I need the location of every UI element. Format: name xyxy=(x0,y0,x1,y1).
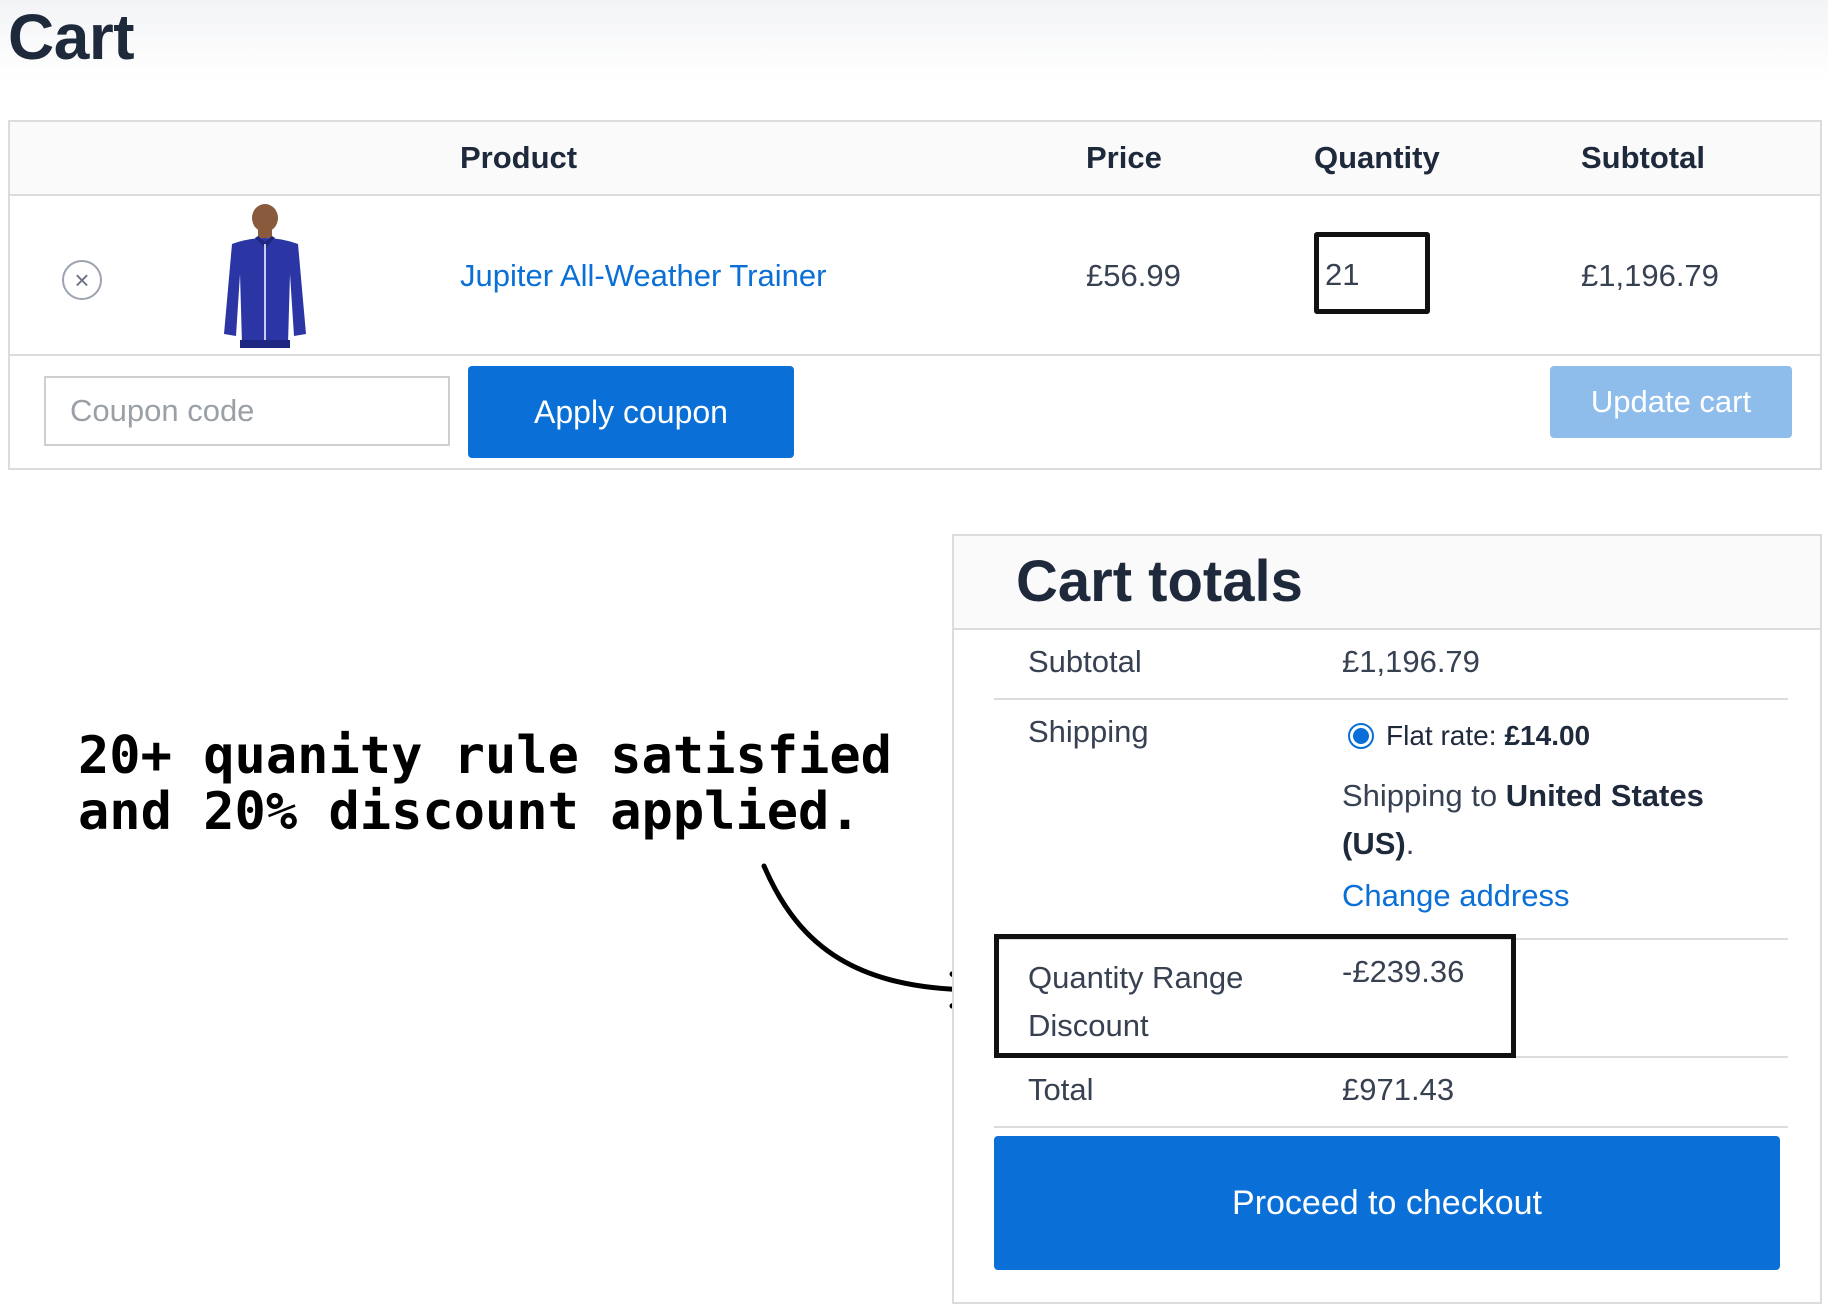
shipping-to-prefix: Shipping to xyxy=(1342,778,1498,813)
column-header-price: Price xyxy=(1086,140,1162,175)
shipping-option-price: £14.00 xyxy=(1504,720,1591,751)
totals-row-shipping: Shipping Flat rate: £14.00 Shipping to U… xyxy=(994,700,1788,940)
table-row: × Jupiter All-Weather Trainer £56.99 £1,… xyxy=(10,196,1820,356)
page-title: Cart xyxy=(8,1,135,73)
product-thumbnail[interactable] xyxy=(210,204,320,350)
cart-totals-header: Cart totals xyxy=(954,536,1820,630)
column-header-product: Product xyxy=(460,140,578,175)
column-header-subtotal: Subtotal xyxy=(1581,140,1705,175)
change-address-link[interactable]: Change address xyxy=(1342,878,1570,914)
subtotal-label: Subtotal xyxy=(1028,644,1142,679)
item-price: £56.99 xyxy=(1086,258,1181,293)
totals-row-subtotal: Subtotal £1,196.79 xyxy=(994,630,1788,700)
shipping-label: Shipping xyxy=(1028,714,1149,749)
subtotal-value: £1,196.79 xyxy=(1342,644,1480,679)
cart-table-header: Product Price Quantity Subtotal xyxy=(10,122,1820,196)
cart-totals-title: Cart totals xyxy=(1016,549,1303,614)
proceed-to-checkout-button[interactable]: Proceed to checkout xyxy=(994,1136,1780,1270)
cart-actions: Apply coupon Update cart xyxy=(10,356,1820,468)
product-link[interactable]: Jupiter All-Weather Trainer xyxy=(460,258,826,294)
remove-item-button[interactable]: × xyxy=(62,260,102,300)
close-icon: × xyxy=(74,265,90,295)
radio-selected-dot xyxy=(1353,728,1369,744)
totals-row-total: Total £971.43 xyxy=(994,1058,1788,1128)
header-band xyxy=(0,0,1828,80)
shipping-destination-text: Shipping to United States (US). xyxy=(1342,772,1762,868)
cart-table: Product Price Quantity Subtotal × Jupite… xyxy=(8,120,1822,470)
shipping-option-flat-rate[interactable]: Flat rate: £14.00 xyxy=(1342,720,1590,752)
shipping-option-label: Flat rate: xyxy=(1386,720,1497,751)
cart-page: Cart Product Price Quantity Subtotal × J… xyxy=(0,0,1828,1312)
total-label: Total xyxy=(1028,1072,1094,1107)
update-cart-button[interactable]: Update cart xyxy=(1550,366,1792,438)
discount-highlight-box xyxy=(994,934,1516,1058)
annotation-text: 20+ quanity rule satisfied and 20% disco… xyxy=(78,726,892,842)
shipping-to-suffix: . xyxy=(1405,826,1415,861)
shipping-radio[interactable] xyxy=(1348,723,1374,749)
coupon-code-input[interactable] xyxy=(44,376,450,446)
item-subtotal: £1,196.79 xyxy=(1581,258,1719,293)
quantity-input[interactable] xyxy=(1325,255,1415,295)
quantity-highlight-box xyxy=(1314,232,1430,314)
total-value: £971.43 xyxy=(1342,1072,1455,1107)
cart-totals-panel: Cart totals Subtotal £1,196.79 Shipping … xyxy=(952,534,1822,1304)
column-header-quantity: Quantity xyxy=(1314,140,1440,175)
apply-coupon-button[interactable]: Apply coupon xyxy=(468,366,794,458)
